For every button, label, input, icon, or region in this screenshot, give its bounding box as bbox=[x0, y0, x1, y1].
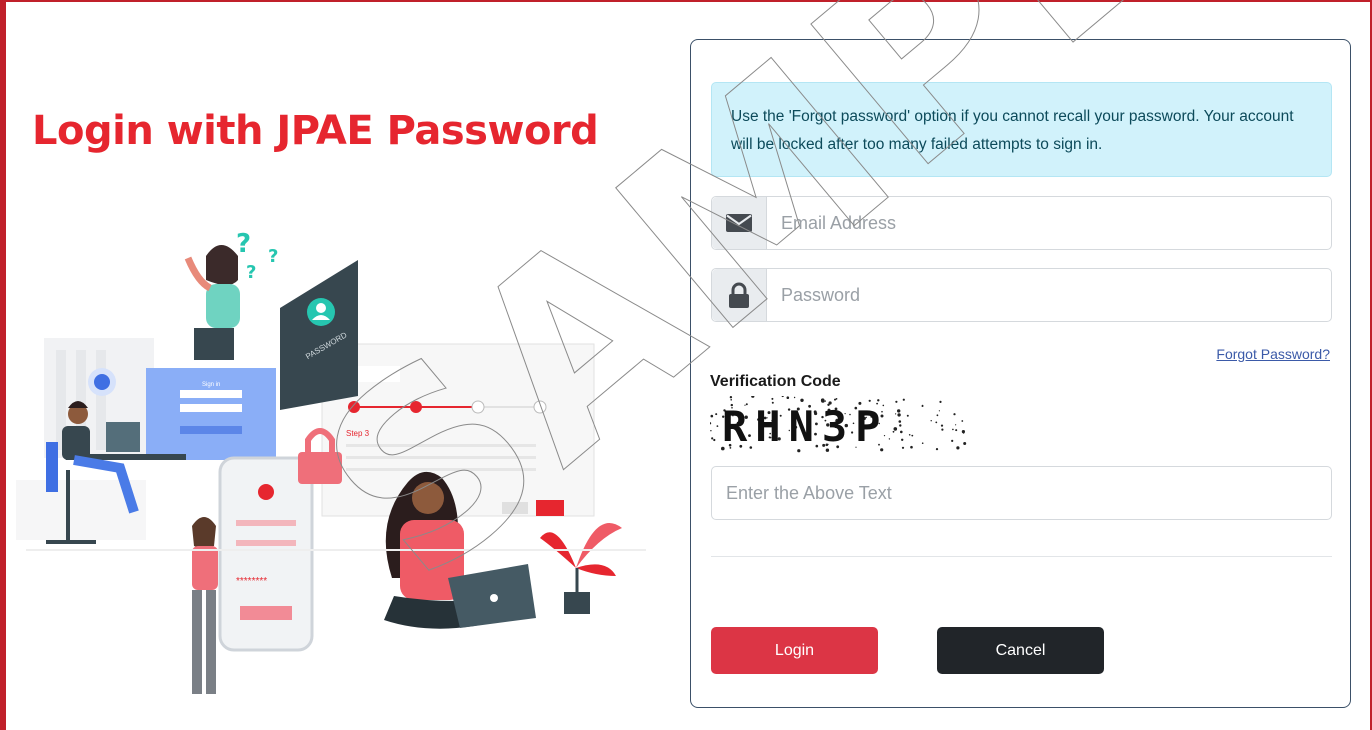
captcha-noise-dot bbox=[939, 400, 942, 403]
captcha-noise-dot bbox=[900, 430, 903, 434]
password-input[interactable] bbox=[767, 269, 1331, 321]
captcha-noise-dot bbox=[930, 420, 932, 422]
forgot-password-link[interactable]: Forgot Password? bbox=[1216, 346, 1330, 362]
lock-icon bbox=[712, 269, 767, 321]
captcha-input-group bbox=[711, 466, 1332, 520]
captcha-noise-dot bbox=[940, 424, 944, 427]
captcha-noise-dot bbox=[897, 413, 901, 417]
captcha-noise-dot bbox=[956, 446, 960, 450]
captcha-noise-dot bbox=[901, 446, 905, 449]
captcha-noise-dot bbox=[710, 414, 714, 418]
svg-text:?: ? bbox=[246, 262, 256, 283]
captcha-noise-dot bbox=[911, 434, 914, 437]
captcha-noise-dot bbox=[936, 414, 939, 417]
captcha-noise-dot bbox=[941, 428, 944, 431]
captcha-noise-dot bbox=[730, 399, 732, 401]
captcha-noise-dot bbox=[955, 424, 957, 426]
captcha-noise-dot bbox=[888, 438, 891, 440]
captcha-noise-dot bbox=[963, 442, 967, 445]
email-input[interactable] bbox=[767, 197, 1331, 249]
captcha-noise-dot bbox=[955, 429, 958, 432]
login-illustration: Step 3 PASSWORD ? ? ? Sign in ******** bbox=[16, 229, 646, 694]
captcha-noise-dot bbox=[953, 413, 956, 416]
captcha-text: RHN3P bbox=[722, 402, 888, 451]
info-alert: Use the 'Forgot password' option if you … bbox=[711, 82, 1332, 177]
captcha-noise-dot bbox=[962, 432, 965, 434]
captcha-input[interactable] bbox=[712, 467, 1331, 519]
captcha-noise-dot bbox=[713, 438, 716, 442]
captcha-noise-dot bbox=[793, 396, 796, 399]
captcha-noise-dot bbox=[786, 396, 790, 399]
svg-text:?: ? bbox=[236, 229, 251, 259]
captcha-noise-dot bbox=[893, 427, 898, 431]
page-title: Login with JPAE Password bbox=[32, 108, 599, 154]
password-input-group bbox=[711, 268, 1332, 322]
captcha-noise-dot bbox=[729, 396, 733, 399]
captcha-noise-dot bbox=[935, 421, 938, 424]
captcha-noise-dot bbox=[892, 430, 895, 433]
form-divider bbox=[711, 556, 1332, 557]
svg-text:?: ? bbox=[268, 246, 278, 267]
captcha-noise-dot bbox=[938, 410, 940, 412]
email-input-group bbox=[711, 196, 1332, 250]
svg-text:********: ******** bbox=[236, 576, 267, 587]
captcha-noise-dot bbox=[906, 414, 909, 417]
captcha-noise-dot bbox=[899, 424, 902, 427]
captcha-noise-dot bbox=[902, 398, 905, 401]
captcha-noise-dot bbox=[910, 445, 913, 449]
captcha-noise-dot bbox=[898, 420, 902, 423]
captcha-noise-dot bbox=[716, 425, 719, 427]
login-button[interactable]: Login bbox=[711, 627, 878, 674]
captcha-noise-dot bbox=[834, 398, 836, 401]
captcha-noise-dot bbox=[961, 420, 964, 422]
captcha-noise-dot bbox=[710, 430, 712, 432]
captcha-image: RHN3P bbox=[710, 396, 968, 454]
captcha-noise-dot bbox=[771, 397, 774, 400]
captcha-noise-dot bbox=[921, 405, 924, 407]
captcha-noise-dot bbox=[921, 442, 924, 444]
verification-code-label: Verification Code bbox=[710, 373, 841, 390]
captcha-noise-dot bbox=[908, 434, 911, 436]
captcha-noise-dot bbox=[951, 439, 954, 442]
envelope-icon bbox=[712, 197, 767, 249]
captcha-noise-dot bbox=[897, 409, 901, 413]
login-card: Use the 'Forgot password' option if you … bbox=[690, 39, 1351, 708]
captcha-noise-dot bbox=[935, 448, 939, 451]
captcha-noise-dot bbox=[711, 437, 714, 440]
captcha-noise-dot bbox=[952, 428, 954, 431]
cancel-button[interactable]: Cancel bbox=[937, 627, 1104, 674]
step-label: Step 3 bbox=[346, 429, 370, 438]
signin-title: Sign in bbox=[202, 382, 220, 388]
captcha-noise-dot bbox=[895, 400, 898, 403]
captcha-noise-dot bbox=[715, 413, 718, 416]
captcha-noise-dot bbox=[901, 438, 904, 441]
captcha-noise-dot bbox=[895, 413, 897, 415]
